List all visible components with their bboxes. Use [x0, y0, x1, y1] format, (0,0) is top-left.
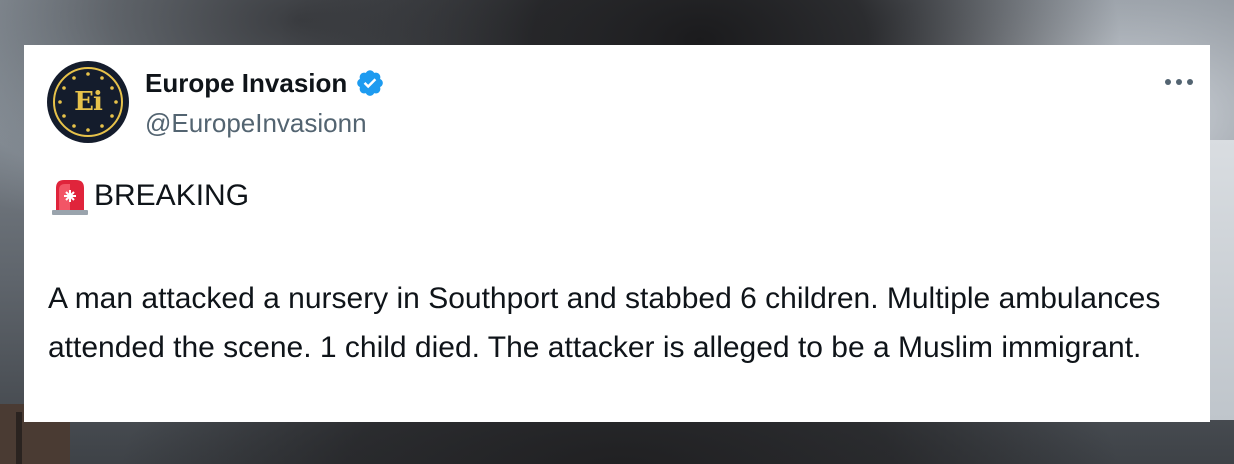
police-car-light-icon	[48, 176, 92, 216]
avatar-initials: Ei	[74, 87, 103, 117]
author-display-name[interactable]: Europe Invasion	[145, 67, 347, 99]
breaking-label: BREAKING	[94, 179, 250, 212]
breaking-line: BREAKING	[48, 176, 249, 216]
tweet-card[interactable]: Ei Europe Invasion @EuropeInvasionn BREA…	[24, 45, 1210, 422]
tweet-body-text: A man attacked a nursery in Southport an…	[48, 282, 1161, 364]
more-horizontal-icon[interactable]	[1162, 67, 1196, 97]
author-name-row: Europe Invasion	[145, 67, 385, 99]
avatar[interactable]: Ei	[47, 61, 129, 143]
verified-badge-icon[interactable]	[355, 68, 385, 98]
author-handle[interactable]: @EuropeInvasionn	[145, 107, 367, 139]
